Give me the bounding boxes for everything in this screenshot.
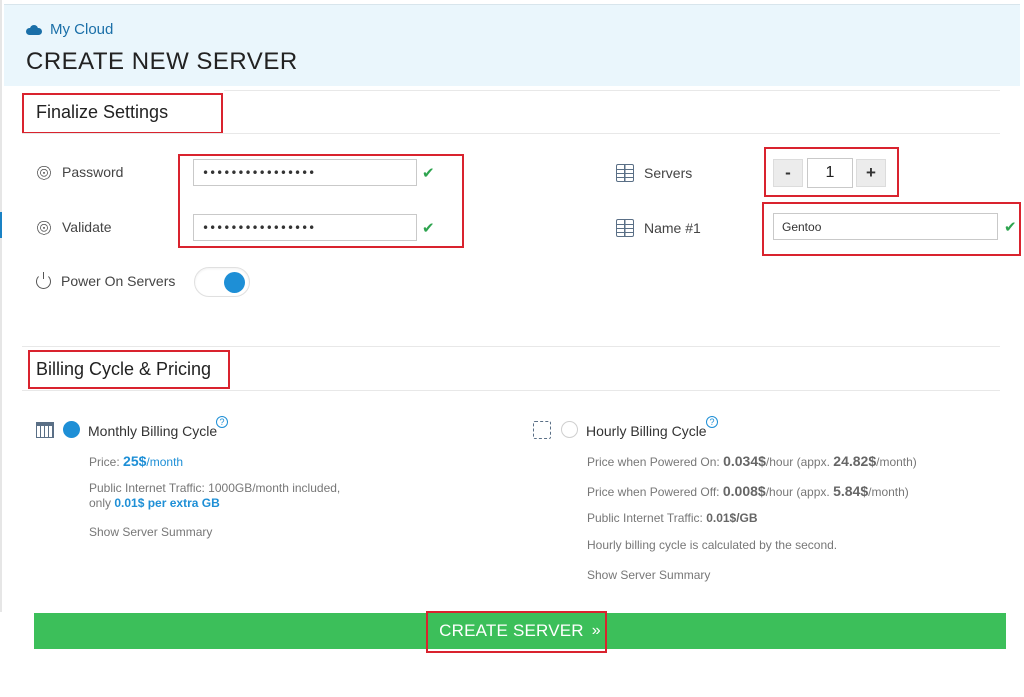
server-name-input[interactable]: Gentoo (773, 213, 998, 240)
monthly-traffic-extra: 0.01$ per extra GB (114, 496, 220, 510)
hourly-on-unit: /hour (appx. (765, 455, 830, 469)
breadcrumb-label[interactable]: My Cloud (50, 21, 113, 38)
monthly-price-value: 25$ (123, 453, 147, 469)
servers-label: Servers (644, 165, 693, 181)
hourly-price-off: Price when Powered Off: 0.008$/hour (app… (587, 483, 909, 499)
password-row-label: Password (36, 164, 123, 180)
power-on-toggle[interactable] (194, 267, 250, 297)
name-valid-check-icon: ✔ (1004, 219, 1017, 236)
servers-decrement-button[interactable]: - (773, 159, 803, 187)
monthly-help-icon[interactable]: ? (216, 416, 228, 428)
hourly-traffic: Public Internet Traffic: 0.01$/GB (587, 511, 758, 525)
power-icon (36, 271, 51, 289)
calendar-icon (36, 422, 54, 438)
monthly-traffic-line2: only 0.01$ per extra GB (89, 496, 220, 510)
page-title: CREATE NEW SERVER (26, 48, 298, 75)
servers-count-input[interactable]: 1 (807, 158, 853, 188)
hourly-off-value: 0.008$ (722, 483, 766, 499)
cloud-icon (26, 24, 42, 35)
divider (22, 390, 1000, 391)
hourly-traffic-value: 0.01$/GB (706, 511, 758, 525)
hourly-off-month-unit: /month) (868, 485, 909, 499)
fingerprint-icon (36, 164, 52, 180)
hourly-on-label: Price when Powered On: (587, 455, 720, 469)
validate-password-input[interactable]: •••••••••••••••• (193, 214, 417, 241)
hourly-on-value: 0.034$ (723, 453, 766, 469)
hourly-clock-icon (533, 421, 551, 439)
hourly-off-unit: /hour (appx. (765, 485, 830, 499)
password-valid-check-icon: ✔ (422, 165, 435, 182)
monthly-billing-title[interactable]: Monthly Billing Cycle (88, 423, 217, 439)
validate-label: Validate (62, 219, 112, 235)
divider (224, 90, 1000, 91)
servers-increment-button[interactable]: + (856, 159, 886, 187)
hourly-off-label: Price when Powered Off: (587, 485, 720, 499)
server-grid-icon (616, 219, 634, 237)
servers-row-label: Servers (616, 164, 692, 182)
password-input[interactable]: •••••••••••••••• (193, 159, 417, 186)
hourly-billing-radio[interactable] (561, 421, 578, 438)
section-title-billing: Billing Cycle & Pricing (36, 359, 212, 379)
left-edge-accent (0, 212, 2, 238)
divider (22, 133, 1000, 134)
power-on-label: Power On Servers (61, 273, 176, 289)
monthly-show-summary-link[interactable]: Show Server Summary (89, 525, 212, 539)
left-edge-border (0, 0, 2, 612)
name-row-label: Name #1 (616, 219, 701, 237)
hourly-traffic-label: Public Internet Traffic: (587, 511, 703, 525)
divider (22, 346, 1000, 347)
hourly-show-summary-link[interactable]: Show Server Summary (587, 568, 710, 582)
monthly-price-unit: /month (146, 455, 184, 469)
password-label: Password (62, 164, 124, 180)
server-grid-icon (616, 164, 634, 182)
power-row-label: Power On Servers (36, 271, 176, 289)
validate-valid-check-icon: ✔ (422, 220, 435, 237)
hourly-help-icon[interactable]: ? (706, 416, 718, 428)
hourly-on-month-unit: /month) (876, 455, 917, 469)
hourly-off-month-value: 5.84$ (833, 483, 869, 499)
monthly-traffic-prefix: only (89, 496, 112, 510)
monthly-price: Price: 25$/month (89, 453, 183, 469)
name-label: Name #1 (644, 220, 701, 236)
monthly-price-label: Price: (89, 455, 120, 469)
hourly-on-month-value: 24.82$ (833, 453, 877, 469)
hourly-price-on: Price when Powered On: 0.034$/hour (appx… (587, 453, 917, 469)
annotation-box-create-button (426, 611, 607, 653)
hourly-billing-title[interactable]: Hourly Billing Cycle (586, 423, 707, 439)
fingerprint-icon (36, 219, 52, 235)
toggle-knob (224, 272, 245, 293)
section-title-finalize: Finalize Settings (36, 102, 169, 122)
monthly-billing-radio[interactable] (63, 421, 80, 438)
monthly-traffic-line1: Public Internet Traffic: 1000GB/month in… (89, 481, 341, 495)
breadcrumb[interactable]: My Cloud (26, 21, 113, 38)
validate-row-label: Validate (36, 219, 112, 235)
page-header: My Cloud CREATE NEW SERVER (4, 4, 1020, 86)
hourly-billing-note: Hourly billing cycle is calculated by th… (587, 538, 838, 552)
